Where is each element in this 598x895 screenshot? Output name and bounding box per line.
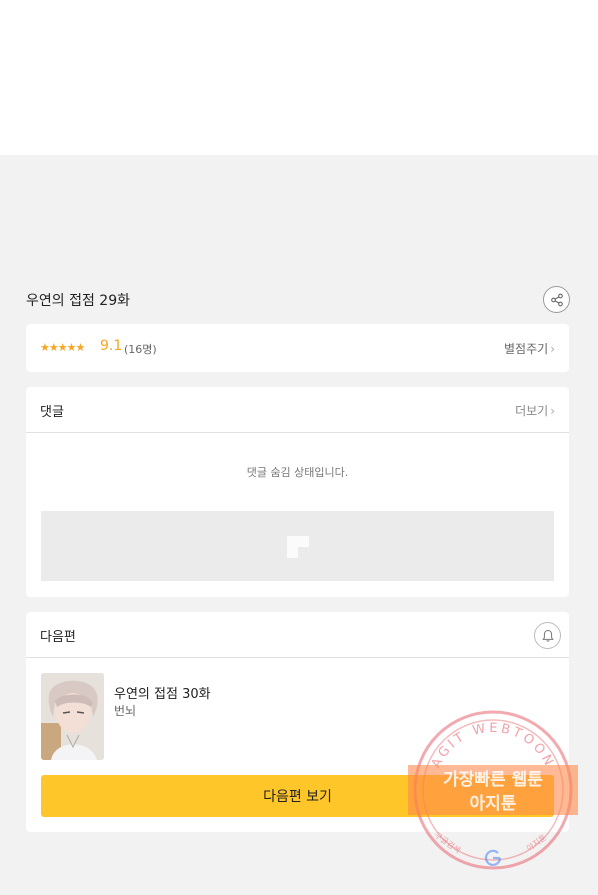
next-episode-header: 다음편 <box>26 612 569 658</box>
rating-score: 9.1 <box>100 338 123 354</box>
chevron-right-icon: › <box>550 404 555 418</box>
next-episode-title[interactable]: 우연의 접점 30화 <box>114 683 211 702</box>
watermark-ring-text: AGIT WEBTOON <box>429 721 554 771</box>
next-episode-author: 번뇌 <box>114 704 137 718</box>
bell-icon <box>541 629 554 642</box>
comments-more-label: 더보기 <box>515 404 549 418</box>
rate-button[interactable]: 별점주기 › <box>504 340 555 357</box>
watermark-stamp: AGIT WEBTOON 가장빠른 웹툰 아지툰 구글검색 아지툰 <box>408 710 578 870</box>
google-icon <box>484 849 502 866</box>
rate-button-label: 별점주기 <box>504 342 549 356</box>
comments-card: 댓글 더보기 › 댓글 숨김 상태입니다. <box>26 387 569 597</box>
share-button[interactable] <box>543 286 570 313</box>
comments-hidden-message: 댓글 숨김 상태입니다. <box>246 466 349 479</box>
svg-text:AGIT WEBTOON: AGIT WEBTOON <box>429 721 557 771</box>
star-rating: ★★★★★ <box>40 341 85 354</box>
thumbnail-image <box>41 673 104 760</box>
rating-count: (16명) <box>124 343 157 356</box>
rating-card: ★★★★★ 9.1 (16명) 별점주기 › <box>26 324 569 372</box>
episode-title-row: 우연의 접점 29화 <box>26 284 570 314</box>
share-icon <box>550 293 563 306</box>
notify-button[interactable] <box>534 622 561 649</box>
episode-title: 우연의 접점 29화 <box>26 293 130 309</box>
chevron-right-icon: › <box>550 342 555 356</box>
ad-placeholder <box>41 511 554 581</box>
content-area-top <box>0 0 598 155</box>
comments-title: 댓글 <box>40 405 64 420</box>
next-episode-thumbnail[interactable] <box>41 673 104 760</box>
comments-more-button[interactable]: 더보기 › <box>515 402 555 419</box>
watermark-line2: 아지툰 <box>470 794 517 814</box>
watermark-line1: 가장빠른 웹툰 <box>443 770 543 790</box>
comments-header: 댓글 더보기 › <box>26 387 569 433</box>
image-placeholder-icon <box>287 536 309 558</box>
next-episode-header-title: 다음편 <box>40 630 76 645</box>
